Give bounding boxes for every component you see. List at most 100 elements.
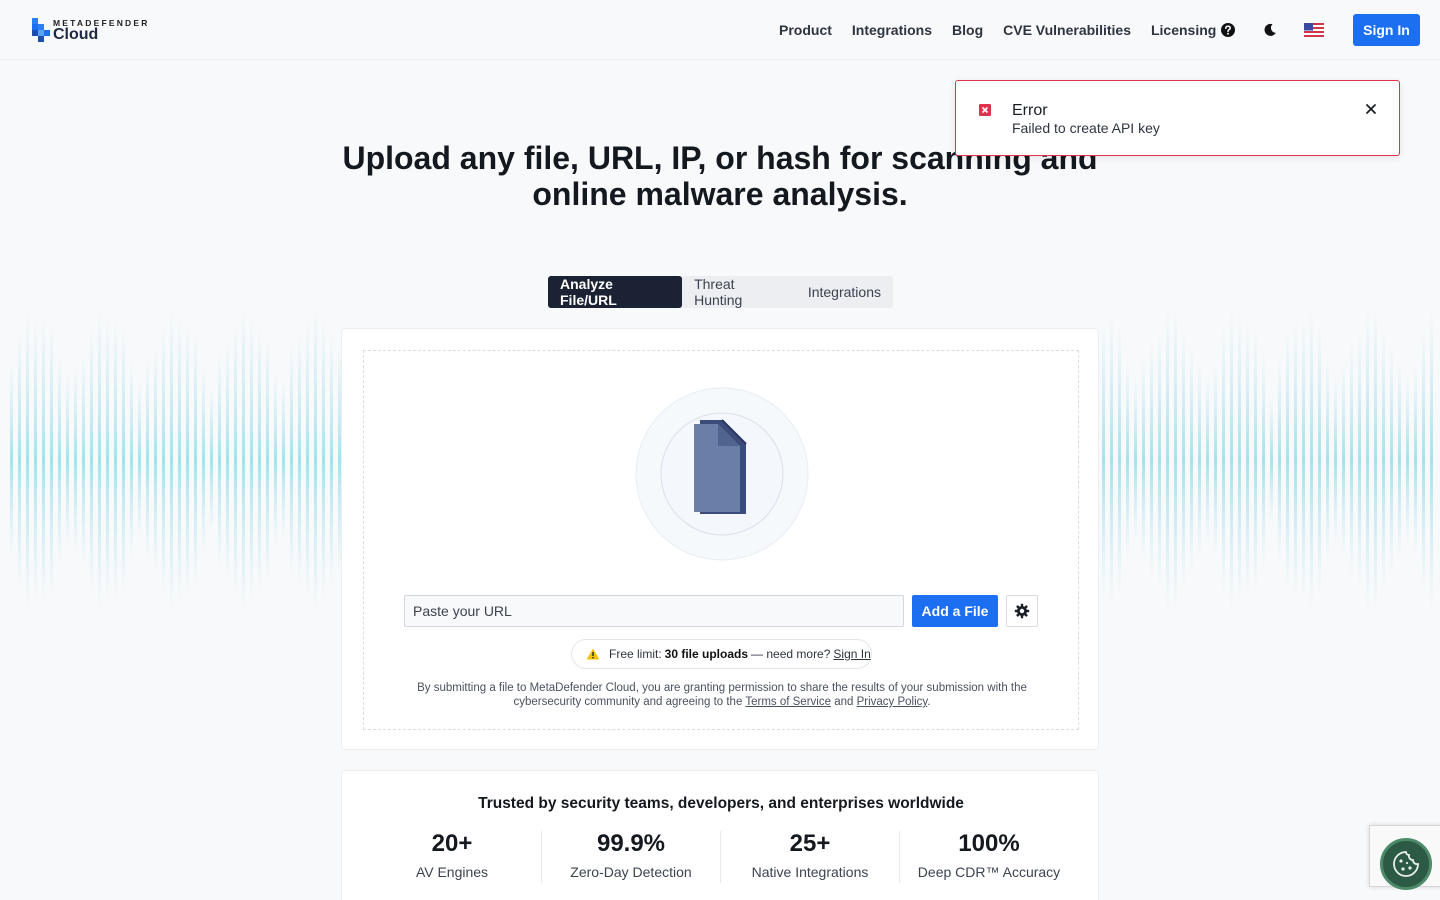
wave-bar [34, 319, 37, 601]
close-icon[interactable] [1364, 102, 1378, 116]
add-file-button[interactable]: Add a File [912, 595, 998, 627]
wave-bar [50, 322, 53, 598]
wave-bar [1390, 344, 1393, 576]
tab-integrations[interactable]: Integrations [796, 276, 893, 308]
wave-bar [330, 333, 333, 587]
stat-zero-day: 99.9% Zero-Day Detection [541, 829, 721, 880]
wave-bar [1150, 341, 1153, 579]
error-toast: Error Failed to create API key [955, 80, 1400, 156]
wave-bar [1294, 320, 1297, 600]
stat-label: Deep CDR™ Accuracy [917, 864, 1061, 880]
wave-bar [1142, 360, 1145, 560]
wave-bar [1422, 327, 1425, 593]
wave-bar [202, 366, 205, 554]
stat-native-integrations: 25+ Native Integrations [720, 829, 900, 880]
wave-bar [178, 317, 181, 603]
help-icon[interactable] [1220, 22, 1236, 38]
privacy-policy-link[interactable]: Privacy Policy [857, 696, 928, 708]
file-dropzone[interactable]: Add a File [363, 350, 1079, 730]
file-illustration-icon [635, 387, 809, 561]
wave-bar [266, 337, 269, 583]
headline-line-2: online malware analysis. [532, 176, 908, 212]
stats-card: Trusted by security teams, developers, a… [341, 770, 1099, 900]
wave-bar [1198, 362, 1201, 558]
wave-bar [1102, 319, 1105, 601]
wave-bar [10, 362, 13, 558]
limit-prefix: Free limit: [609, 647, 662, 661]
wave-bar [218, 351, 221, 569]
cookie-settings-button[interactable] [1380, 838, 1432, 890]
wave-bar [306, 320, 309, 600]
stat-av-engines: 20+ AV Engines [362, 829, 542, 880]
wave-bar [106, 318, 109, 602]
error-icon [979, 104, 991, 116]
wave-bar [18, 331, 21, 589]
nav-cve-vulnerabilities[interactable]: CVE Vulnerabilities [1003, 22, 1131, 38]
stats-title: Trusted by security teams, developers, a… [478, 795, 964, 812]
mode-tabs: Analyze File/URL Threat Hunting Integrat… [548, 276, 893, 308]
warning-icon [586, 648, 600, 660]
nav-product[interactable]: Product [779, 22, 832, 38]
wave-bar [1318, 324, 1321, 596]
wave-bar [130, 361, 133, 559]
wave-bar [162, 324, 165, 596]
wave-bar [1350, 343, 1353, 577]
wave-bar [210, 386, 213, 534]
nav-integrations[interactable]: Integrations [852, 22, 932, 38]
wave-bar [58, 355, 61, 565]
wave-bar [170, 306, 173, 614]
wave-bar [1126, 360, 1129, 560]
limit-sign-in-link[interactable]: Sign In [833, 647, 870, 661]
dark-mode-icon[interactable] [1262, 22, 1278, 38]
url-input[interactable] [404, 595, 904, 627]
sign-in-button[interactable]: Sign In [1353, 14, 1420, 46]
wave-bar [1430, 309, 1433, 611]
wave-bar [274, 372, 277, 548]
consent-and: and [834, 696, 854, 708]
consent-body: By submitting a file to MetaDefender Clo… [417, 682, 1027, 708]
wave-bar [282, 380, 285, 540]
gear-icon [1014, 603, 1030, 619]
wave-bar [186, 323, 189, 597]
wave-bar [82, 354, 85, 566]
wave-bar [146, 358, 149, 562]
wave-bar [1190, 346, 1193, 574]
wave-bar [90, 327, 93, 593]
metadefender-logo[interactable]: METADEFENDER Cloud [32, 16, 162, 46]
wave-bar [226, 340, 229, 580]
wave-bar [314, 305, 317, 615]
limit-suffix: — need more? [751, 647, 831, 661]
cookie-icon [1393, 851, 1419, 877]
nav-licensing[interactable]: Licensing [1151, 22, 1216, 38]
stat-value: 100% [958, 830, 1020, 857]
upload-card: Add a File [341, 328, 1099, 750]
limit-value: 30 file uploads [664, 647, 749, 661]
us-flag-icon[interactable] [1304, 23, 1324, 37]
wave-bar [1302, 319, 1305, 601]
wave-bar [242, 305, 245, 615]
terms-of-service-link[interactable]: Terms of Service [745, 696, 831, 708]
wave-bar [1270, 397, 1273, 523]
wave-bar [250, 318, 253, 602]
wave-bar [1310, 310, 1313, 610]
wave-bar [1374, 307, 1377, 613]
nav-blog[interactable]: Blog [952, 22, 983, 38]
consent-text: By submitting a file to MetaDefender Clo… [404, 681, 1040, 709]
wave-bar [66, 373, 69, 547]
tab-analyze-file-url[interactable]: Analyze File/URL [548, 276, 683, 308]
wave-bar [1134, 379, 1137, 541]
stat-deep-cdr: 100% Deep CDR™ Accuracy [899, 829, 1079, 880]
wave-bar [1110, 310, 1113, 610]
toast-title: Error [1012, 102, 1048, 119]
stat-value: 99.9% [596, 830, 666, 857]
wave-bar [1174, 307, 1177, 613]
scan-settings-button[interactable] [1006, 595, 1038, 627]
wave-bar [258, 328, 261, 592]
wave-bar [1366, 309, 1369, 611]
tab-threat-hunting[interactable]: Threat Hunting [682, 276, 796, 308]
wave-bar [114, 318, 117, 602]
wave-bar [1254, 329, 1257, 591]
stat-label: Zero-Day Detection [570, 864, 692, 880]
wave-bar [1342, 362, 1345, 558]
logo-product-text: Cloud [53, 26, 99, 43]
